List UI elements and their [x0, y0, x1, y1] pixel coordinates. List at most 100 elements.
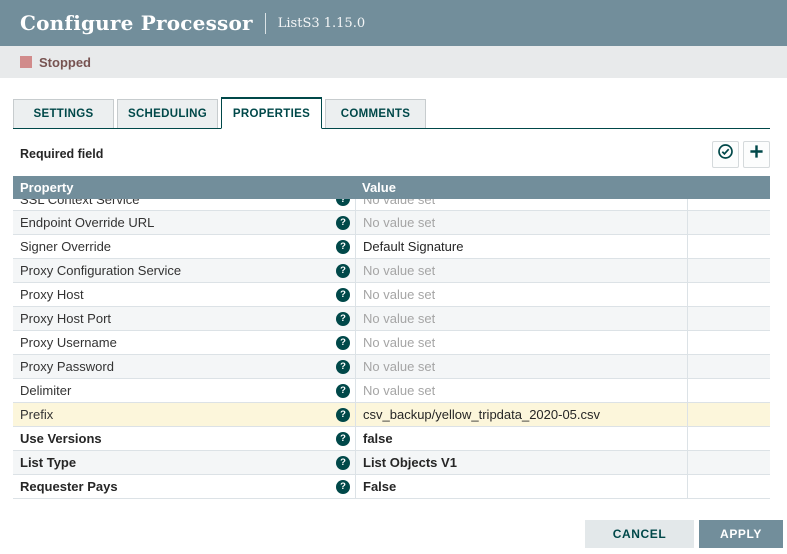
property-cell: Prefix ? [13, 403, 355, 426]
help-icon[interactable]: ? [336, 216, 350, 230]
title-separator [265, 13, 266, 34]
table-row: SSL Context Service ? No value set [13, 199, 770, 211]
dialog-title: Configure Processor [20, 11, 253, 35]
property-name: Signer Override [20, 239, 111, 254]
dialog-content: SETTINGS SCHEDULING PROPERTIES COMMENTS … [0, 78, 787, 499]
value-cell[interactable]: No value set [355, 331, 687, 354]
property-name: List Type [20, 455, 76, 470]
configure-processor-dialog: { "colors": { "header_bg": "#728E9B", "a… [0, 0, 787, 554]
value-cell[interactable]: csv_backup/yellow_tripdata_2020-05.csv [355, 403, 687, 426]
toolbar-icon-buttons [712, 141, 770, 168]
row-extra-cell [687, 211, 770, 234]
table-row: Proxy Username ? No value set [13, 331, 770, 355]
stopped-status-icon [20, 56, 32, 68]
value-cell[interactable]: No value set [355, 199, 687, 211]
row-extra-cell [687, 475, 770, 498]
property-cell: Signer Override ? [13, 235, 355, 258]
help-icon[interactable]: ? [336, 480, 350, 494]
row-extra-cell [687, 403, 770, 426]
property-cell: Endpoint Override URL ? [13, 211, 355, 234]
table-row: Proxy Password ? No value set [13, 355, 770, 379]
property-name: Proxy Configuration Service [20, 263, 181, 278]
status-bar: Stopped [0, 46, 787, 78]
row-extra-cell [687, 307, 770, 330]
value-cell[interactable]: No value set [355, 283, 687, 306]
table-row: Endpoint Override URL ? No value set [13, 211, 770, 235]
required-field-label: Required field [20, 147, 103, 161]
property-cell: Delimiter ? [13, 379, 355, 402]
verify-properties-button[interactable] [712, 141, 739, 168]
table-row: List Type ? List Objects V1 [13, 451, 770, 475]
properties-toolbar: Required field [13, 140, 770, 168]
processor-name-version: ListS3 1.15.0 [278, 16, 365, 31]
row-extra-cell [687, 235, 770, 258]
dialog-header: Configure Processor ListS3 1.15.0 [0, 0, 787, 46]
plus-icon [749, 144, 764, 164]
property-name: Use Versions [20, 431, 102, 446]
tab-comments[interactable]: COMMENTS [325, 99, 426, 128]
row-extra-cell [687, 331, 770, 354]
row-extra-cell [687, 451, 770, 474]
column-header-property: Property [13, 180, 355, 195]
cancel-button[interactable]: CANCEL [585, 520, 694, 548]
row-extra-cell [687, 259, 770, 282]
value-cell[interactable]: false [355, 427, 687, 450]
tab-properties[interactable]: PROPERTIES [221, 97, 322, 129]
value-cell[interactable]: No value set [355, 379, 687, 402]
value-cell[interactable]: Default Signature [355, 235, 687, 258]
property-name: Proxy Host [20, 287, 84, 302]
help-icon[interactable]: ? [336, 240, 350, 254]
dialog-footer-buttons: CANCEL APPLY [585, 520, 783, 548]
table-row: Proxy Host Port ? No value set [13, 307, 770, 331]
help-icon[interactable]: ? [336, 432, 350, 446]
property-cell: Proxy Configuration Service ? [13, 259, 355, 282]
row-extra-cell [687, 427, 770, 450]
tab-scheduling[interactable]: SCHEDULING [117, 99, 218, 128]
apply-button[interactable]: APPLY [699, 520, 783, 548]
help-icon[interactable]: ? [336, 288, 350, 302]
properties-table-header: Property Value [13, 176, 770, 199]
property-name: Delimiter [20, 383, 71, 398]
table-row: Use Versions ? false [13, 427, 770, 451]
property-name: Proxy Username [20, 335, 117, 350]
help-icon[interactable]: ? [336, 336, 350, 350]
help-icon[interactable]: ? [336, 384, 350, 398]
properties-table-body: SSL Context Service ? No value set Endpo… [13, 199, 770, 499]
help-icon[interactable]: ? [336, 360, 350, 374]
help-icon[interactable]: ? [336, 408, 350, 422]
property-cell: Proxy Password ? [13, 355, 355, 378]
property-cell: Proxy Username ? [13, 331, 355, 354]
help-icon[interactable]: ? [336, 264, 350, 278]
table-row: Signer Override ? Default Signature [13, 235, 770, 259]
property-name: Proxy Password [20, 359, 114, 374]
property-name: Proxy Host Port [20, 311, 111, 326]
status-label: Stopped [39, 55, 91, 70]
column-header-value: Value [355, 180, 687, 195]
row-extra-cell [687, 379, 770, 402]
table-row: Prefix ? csv_backup/yellow_tripdata_2020… [13, 403, 770, 427]
value-cell[interactable]: No value set [355, 259, 687, 282]
row-extra-cell [687, 199, 770, 211]
property-cell: Proxy Host Port ? [13, 307, 355, 330]
property-cell: List Type ? [13, 451, 355, 474]
value-cell[interactable]: False [355, 475, 687, 498]
tab-settings[interactable]: SETTINGS [13, 99, 114, 128]
property-name: Endpoint Override URL [20, 215, 154, 230]
row-extra-cell [687, 355, 770, 378]
add-property-button[interactable] [743, 141, 770, 168]
property-cell: Requester Pays ? [13, 475, 355, 498]
property-name: SSL Context Service [20, 199, 139, 207]
table-row: Requester Pays ? False [13, 475, 770, 499]
tab-bar: SETTINGS SCHEDULING PROPERTIES COMMENTS [13, 97, 770, 129]
property-name: Requester Pays [20, 479, 118, 494]
value-cell[interactable]: List Objects V1 [355, 451, 687, 474]
help-icon[interactable]: ? [336, 199, 350, 206]
table-row: Proxy Configuration Service ? No value s… [13, 259, 770, 283]
help-icon[interactable]: ? [336, 312, 350, 326]
help-icon[interactable]: ? [336, 456, 350, 470]
value-cell[interactable]: No value set [355, 211, 687, 234]
property-cell: Use Versions ? [13, 427, 355, 450]
value-cell[interactable]: No value set [355, 355, 687, 378]
value-cell[interactable]: No value set [355, 307, 687, 330]
property-cell: Proxy Host ? [13, 283, 355, 306]
